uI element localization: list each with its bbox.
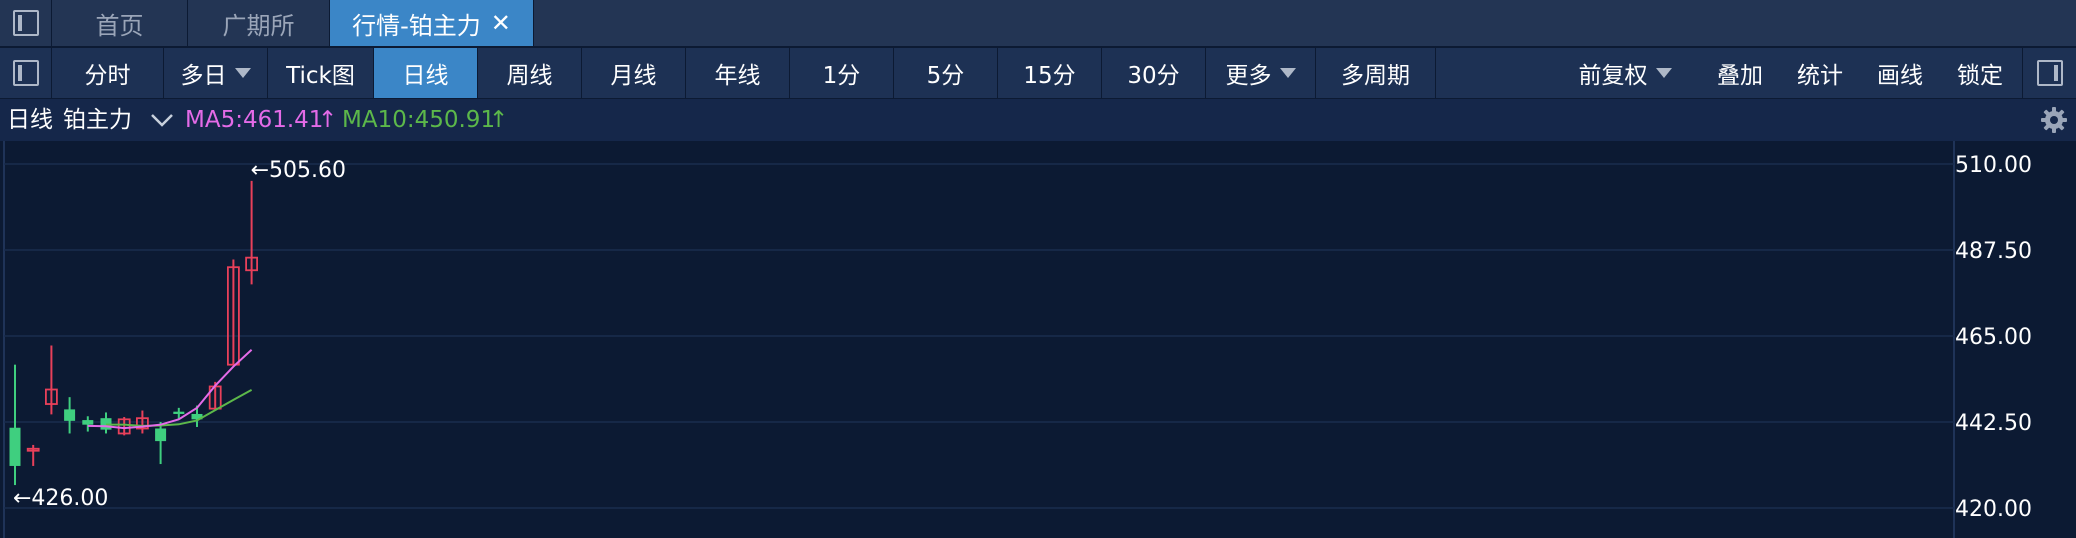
multi-period-button[interactable]: 多周期: [1316, 48, 1436, 98]
y-tick-label: 420.00: [1955, 497, 2032, 522]
tab-home[interactable]: 首页: [52, 0, 188, 46]
period-tick-button[interactable]: Tick图: [268, 48, 374, 98]
period-label: 分时: [84, 63, 131, 89]
tab-quote[interactable]: 行情-铂主力 ✕: [330, 0, 534, 46]
period-intraday-button[interactable]: 分时: [52, 48, 164, 98]
period-weekly-button[interactable]: 周线: [478, 48, 582, 98]
panel-right-icon: [2037, 60, 2063, 86]
period-label: 更多: [1225, 63, 1272, 89]
ma5-value: MA5:461.41: [185, 107, 324, 133]
period-label: Tick图: [286, 63, 355, 89]
candle-down: [9, 427, 21, 466]
candle-down: [155, 428, 167, 442]
period-label: 周线: [506, 63, 553, 89]
tab-quote-label: 行情-铂主力: [352, 11, 481, 40]
left-panel-button[interactable]: [0, 48, 52, 98]
period-toolbar: 分时 多日 Tick图 日线 周线 月线 年线 1分 5分 15分 30分 更多…: [0, 48, 2076, 99]
period-label: 多日: [180, 63, 227, 89]
close-icon[interactable]: ✕: [491, 9, 511, 37]
lock-label: 锁定: [1957, 63, 2003, 89]
tab-gfex-label: 广期所: [222, 11, 295, 40]
period-label: 月线: [610, 63, 657, 89]
period-30min-button[interactable]: 30分: [1102, 48, 1206, 98]
right-panel-button[interactable]: [2022, 48, 2076, 98]
period-label: 30分: [1127, 63, 1180, 89]
sidebar-toggle-button[interactable]: [0, 0, 52, 46]
tab-home-label: 首页: [95, 11, 144, 40]
y-tick-label: 487.50: [1955, 239, 2032, 264]
y-tick-label: 465.00: [1955, 325, 2032, 350]
period-indicator: 日线: [7, 107, 53, 133]
lock-button[interactable]: 锁定: [1940, 48, 2020, 98]
period-label: 5分: [926, 63, 965, 89]
chevron-down-icon: [234, 68, 251, 78]
period-label: 15分: [1023, 63, 1076, 89]
statistics-button[interactable]: 统计: [1780, 48, 1860, 98]
panel-left-icon: [13, 60, 39, 86]
chevron-down-icon: [1655, 68, 1672, 78]
kline-chart[interactable]: 510.00 487.50 465.00 442.50 420.00 ←505.60 ←42…: [0, 141, 2076, 538]
period-15min-button[interactable]: 15分: [998, 48, 1102, 98]
ma10-arrow-icon: ↑: [489, 107, 509, 133]
tab-gfex[interactable]: 广期所: [188, 0, 330, 46]
adjust-label: 前复权: [1578, 63, 1648, 89]
period-more-dropdown[interactable]: 更多: [1206, 48, 1316, 98]
overlay-button[interactable]: 叠加: [1700, 48, 1780, 98]
ma10-value: MA10:450.91: [342, 107, 496, 133]
period-1min-button[interactable]: 1分: [790, 48, 894, 98]
ma10-line: [106, 388, 253, 427]
indicator-bar: 日线 铂主力 MA5:461.41 ↑ MA10:450.91 ↑: [0, 99, 2076, 141]
gear-icon[interactable]: [2040, 106, 2068, 134]
period-yearly-button[interactable]: 年线: [686, 48, 790, 98]
period-label: 多周期: [1341, 63, 1410, 89]
period-label: 年线: [714, 63, 761, 89]
period-daily-button[interactable]: 日线: [374, 48, 478, 98]
statistics-label: 统计: [1797, 63, 1843, 89]
candle-down: [64, 409, 76, 421]
chevron-down-icon: [1279, 68, 1296, 78]
symbol-selector[interactable]: 铂主力: [63, 99, 132, 141]
ma5-arrow-icon: ↑: [318, 107, 338, 133]
max-price-label: ←505.60: [251, 158, 346, 183]
period-multiday-dropdown[interactable]: 多日: [164, 48, 268, 98]
y-tick-label: 510.00: [1955, 153, 2032, 178]
kline-svg[interactable]: 510.00 487.50 465.00 442.50 420.00 ←505.60 ←42…: [0, 141, 2076, 538]
adjust-dropdown[interactable]: 前复权: [1570, 48, 1680, 98]
period-label: 日线: [402, 63, 449, 89]
candle-down: [173, 411, 185, 414]
min-price-label: ←426.00: [13, 486, 108, 511]
draw-label: 画线: [1877, 63, 1923, 89]
chevron-down-icon[interactable]: [150, 111, 174, 131]
overlay-label: 叠加: [1717, 63, 1763, 89]
candle-down: [82, 420, 94, 425]
draw-button[interactable]: 画线: [1860, 48, 1940, 98]
period-5min-button[interactable]: 5分: [894, 48, 998, 98]
panel-left-icon: [13, 10, 39, 36]
y-tick-label: 442.50: [1955, 411, 2032, 436]
tab-bar: 首页 广期所 行情-铂主力 ✕: [0, 0, 2076, 46]
period-label: 1分: [822, 63, 861, 89]
period-monthly-button[interactable]: 月线: [582, 48, 686, 98]
